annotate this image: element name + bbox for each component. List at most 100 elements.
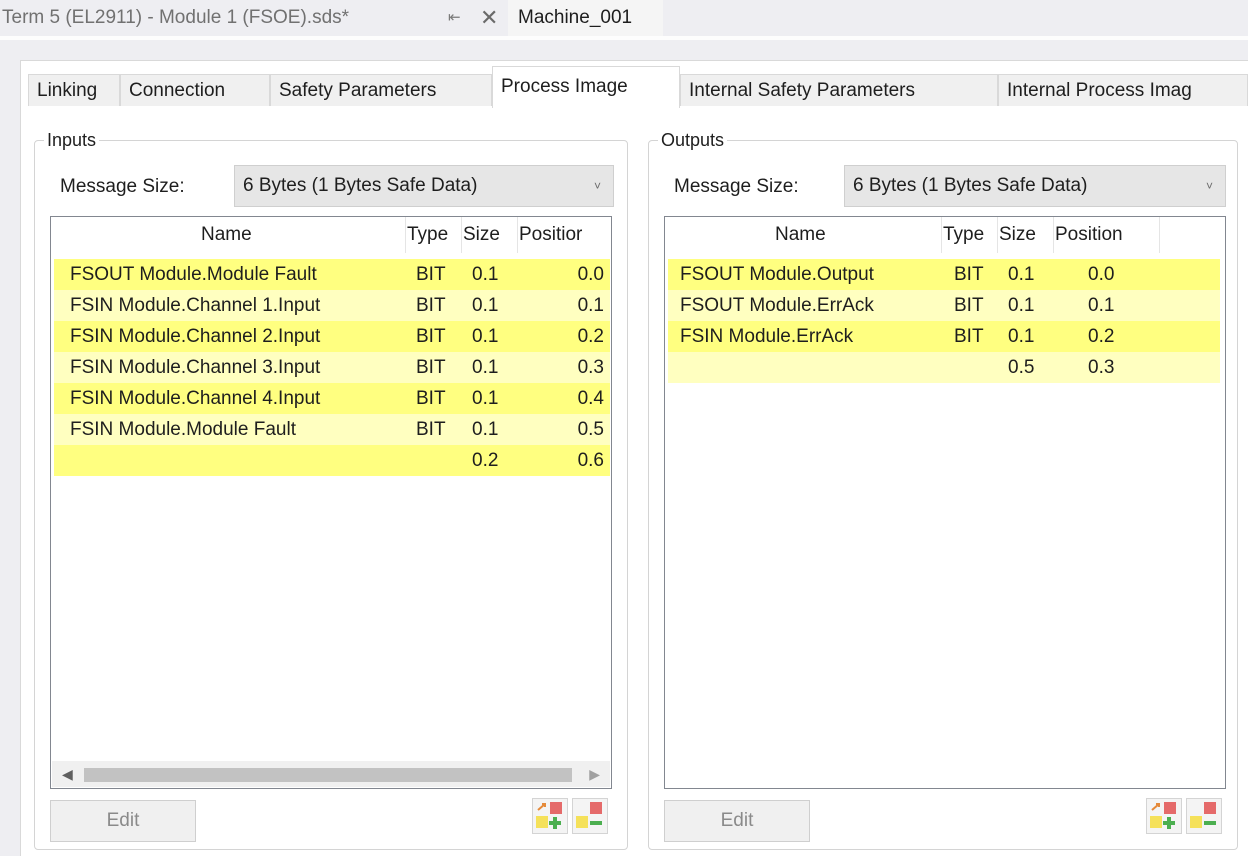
tab-label: Process Image [501,76,628,97]
column-divider [405,217,406,253]
cell-type: BIT [416,326,446,347]
pin-icon[interactable]: ⇤ [448,0,461,36]
inputs-message-size-select[interactable]: 6 Bytes (1 Bytes Safe Data) ˅ [234,165,614,207]
cell-size: 0.1 [472,388,499,409]
column-header-type[interactable]: Type [943,217,984,253]
tab-process-image[interactable]: Process Image [492,66,680,108]
column-header-size[interactable]: Size [999,217,1036,253]
tab-label: Internal Process Imag [1007,80,1192,101]
inputs-add-entry-icon[interactable] [532,798,568,834]
document-tab-strip: Term 5 (EL2911) - Module 1 (FSOE).sds* ⇤… [0,0,1248,40]
cell-position: 0.1 [1088,295,1115,316]
tab-label: Internal Safety Parameters [689,80,915,101]
tab-safety-parameters[interactable]: Safety Parameters [270,74,492,106]
tab-linking[interactable]: Linking [28,74,120,106]
column-header-size[interactable]: Size [463,217,500,253]
tab-connection[interactable]: Connection [120,74,270,106]
cell-size: 0.1 [1008,295,1035,316]
outputs-list-header: Name Type Size Position [665,217,1225,253]
column-divider [941,217,942,253]
inputs-list[interactable]: Name Type Size Positior FSOUT Module.Mod… [50,216,612,789]
inputs-list-header: Name Type Size Positior [51,217,611,253]
cell-size: 0.1 [472,357,499,378]
table-row[interactable]: FSOUT Module.Module Fault BIT 0.1 0.0 [54,259,610,290]
cell-name: FSIN Module.Channel 1.Input [70,295,321,316]
cell-position: 0.4 [577,388,604,409]
table-row[interactable]: FSIN Module.Channel 1.Input BIT 0.1 0.1 [54,290,610,321]
table-row[interactable]: 0.5 0.3 [668,352,1220,383]
scroll-left-arrow-icon[interactable]: ◀ [62,761,73,787]
cell-name: FSOUT Module.Output [680,264,874,285]
column-header-name[interactable]: Name [775,217,826,253]
cell-size: 0.1 [1008,326,1035,347]
table-row[interactable]: FSOUT Module.ErrAck BIT 0.1 0.1 [668,290,1220,321]
cell-position: 0.3 [577,357,604,378]
outputs-message-size-select[interactable]: 6 Bytes (1 Bytes Safe Data) ˅ [844,165,1226,207]
cell-position: 0.0 [577,264,604,285]
cell-type: BIT [416,357,446,378]
inputs-group-title: Inputs [44,130,100,150]
cell-type: BIT [416,264,446,285]
outputs-message-size-label: Message Size: [674,176,799,197]
outputs-add-entry-icon[interactable] [1146,798,1182,834]
cell-position: 0.0 [1088,264,1115,285]
inputs-edit-button[interactable]: Edit [50,800,196,842]
tab-label: Connection [129,80,226,101]
tab-internal-process-image[interactable]: Internal Process Imag [998,74,1248,106]
column-header-name[interactable]: Name [201,217,252,253]
cell-size: 0.5 [1008,357,1035,378]
doc-tab-sds-file[interactable]: Term 5 (EL2911) - Module 1 (FSOE).sds* ⇤… [2,0,507,36]
outputs-group-title: Outputs [658,130,728,150]
tab-internal-safety-parameters[interactable]: Internal Safety Parameters [680,74,998,106]
cell-size: 0.1 [472,264,499,285]
column-header-type[interactable]: Type [407,217,448,253]
table-row[interactable]: FSIN Module.Module Fault BIT 0.1 0.5 [54,414,610,445]
cell-name: FSIN Module.ErrAck [680,326,854,347]
cell-type: BIT [954,326,984,347]
cell-name: FSIN Module.Module Fault [70,419,296,440]
table-row[interactable]: FSIN Module.Channel 2.Input BIT 0.1 0.2 [54,321,610,352]
table-row[interactable]: FSOUT Module.Output BIT 0.1 0.0 [668,259,1220,290]
chevron-down-icon: ˅ [1205,179,1213,193]
cell-position: 0.1 [577,295,604,316]
table-row[interactable]: 0.2 0.6 [54,445,610,476]
cell-size: 0.1 [472,295,499,316]
inputs-remove-entry-icon[interactable] [572,798,608,834]
cell-position: 0.3 [1088,357,1115,378]
cell-size: 0.1 [1008,264,1035,285]
cell-type: BIT [416,388,446,409]
cell-size: 0.2 [472,450,499,471]
tab-label: Linking [37,80,98,101]
table-row[interactable]: FSIN Module.ErrAck BIT 0.1 0.2 [668,321,1220,352]
chevron-down-icon: ˅ [593,179,601,193]
cell-position: 0.2 [577,326,604,347]
cell-position: 0.6 [577,450,604,471]
cell-type: BIT [416,295,446,316]
scroll-right-arrow-icon[interactable]: ▶ [589,761,600,787]
table-row[interactable]: FSIN Module.Channel 4.Input BIT 0.1 0.4 [54,383,610,414]
column-divider [1159,217,1160,253]
column-divider [997,217,998,253]
doc-tab-machine[interactable]: Machine_001 [508,0,663,36]
outputs-message-size-value: 6 Bytes (1 Bytes Safe Data) [853,175,1088,196]
cell-type: BIT [954,295,984,316]
column-header-position[interactable]: Position [1055,217,1123,253]
outputs-remove-entry-icon[interactable] [1186,798,1222,834]
column-divider [461,217,462,253]
cell-name: FSOUT Module.Module Fault [70,264,317,285]
column-header-position[interactable]: Positior [519,217,582,253]
cell-size: 0.1 [472,326,499,347]
horizontal-scrollbar[interactable]: ◀ ▶ [52,761,610,787]
cell-position: 0.2 [1088,326,1115,347]
cell-size: 0.1 [472,419,499,440]
cell-position: 0.5 [577,419,604,440]
scrollbar-thumb[interactable] [84,768,572,782]
doc-tab-machine-label: Machine_001 [518,7,633,28]
cell-type: BIT [954,264,984,285]
outputs-list[interactable]: Name Type Size Position FSOUT Module.Out… [664,216,1226,789]
table-row[interactable]: FSIN Module.Channel 3.Input BIT 0.1 0.3 [54,352,610,383]
cell-name: FSOUT Module.ErrAck [680,295,874,316]
doc-tab-file-label: Term 5 (EL2911) - Module 1 (FSOE).sds* [2,7,350,28]
close-icon[interactable]: ✕ [480,0,498,36]
outputs-edit-button[interactable]: Edit [664,800,810,842]
